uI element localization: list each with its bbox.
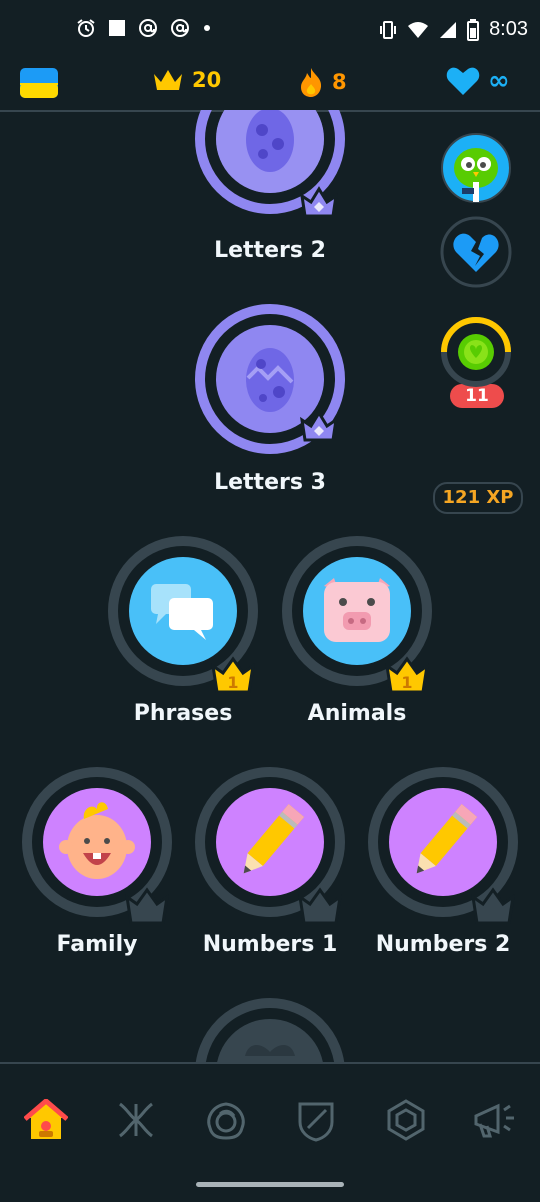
nav-leagues[interactable] — [292, 1096, 340, 1144]
heart-icon — [446, 67, 480, 95]
skill-locked[interactable] — [193, 996, 347, 1062]
broken-heart-icon — [440, 216, 512, 288]
status-bar-left-icons — [76, 18, 212, 38]
hearts-counter[interactable]: ∞ — [446, 66, 510, 96]
skill-numbers-2[interactable] — [366, 765, 520, 925]
nav-alphabets[interactable] — [112, 1096, 160, 1144]
gem-shop-icon — [387, 1099, 425, 1141]
skill-label: Numbers 2 — [375, 932, 511, 957]
skill-label: Animals — [307, 701, 407, 726]
skill-label: Letters 2 — [214, 238, 326, 263]
at-icon — [139, 19, 157, 37]
megaphone-icon — [474, 1103, 514, 1138]
profile-avatar-button[interactable] — [440, 132, 512, 208]
alarm-icon — [77, 19, 95, 37]
streak-count: 8 — [332, 70, 347, 94]
home-icon — [24, 1099, 68, 1139]
crown-empty-badge-icon — [124, 887, 170, 925]
leagues-shield-icon — [298, 1102, 334, 1142]
signal-icon — [440, 21, 457, 38]
nav-home[interactable] — [22, 1096, 70, 1144]
egg-icon — [246, 110, 294, 172]
course-tree[interactable]: Letters 2 Letters 3 1 Phrases 1 Animals … — [0, 110, 540, 1062]
status-time: 8:03 — [489, 18, 528, 40]
xp-goal-widget[interactable] — [440, 316, 512, 392]
egg-crown-badge-icon — [300, 186, 338, 218]
characters-icon — [207, 1102, 245, 1140]
alphabet-icon — [119, 1102, 153, 1138]
skill-label: Family — [56, 932, 138, 957]
nav-news[interactable] — [470, 1096, 518, 1144]
hearts-count: ∞ — [488, 66, 510, 96]
skill-family[interactable] — [20, 765, 174, 925]
egg-crown-badge-icon — [300, 410, 338, 442]
duo-avatar-icon — [441, 133, 511, 203]
home-gesture-bar[interactable] — [196, 1182, 344, 1187]
crown-empty-badge-icon — [297, 887, 343, 925]
nav-shop[interactable] — [382, 1096, 430, 1144]
language-flag-button[interactable] — [20, 68, 58, 98]
crown-level-badge-icon: 1 — [210, 656, 256, 694]
crown-icon — [154, 70, 182, 90]
dot-icon — [204, 25, 210, 31]
skill-animals[interactable]: 1 — [280, 534, 434, 694]
crown-level-badge-icon: 1 — [384, 656, 430, 694]
vibrate-icon — [380, 20, 397, 39]
egg-icon — [246, 348, 294, 412]
crown-level: 1 — [401, 673, 412, 692]
skill-letters-2[interactable] — [193, 110, 347, 218]
skill-label: Numbers 1 — [202, 932, 338, 957]
crown-level: 1 — [227, 673, 238, 692]
xp-count: 121 XP — [433, 482, 523, 514]
at-icon — [171, 19, 189, 37]
health-widget[interactable] — [440, 216, 512, 292]
status-bar: 8:03 — [0, 0, 540, 62]
skill-locked-circle — [195, 998, 345, 1062]
skill-numbers-1[interactable] — [193, 765, 347, 925]
square-icon — [109, 20, 125, 36]
pig-icon — [324, 578, 390, 642]
ukraine-flag-icon — [20, 68, 58, 98]
xp-ring-icon — [441, 317, 511, 387]
skill-phrases[interactable]: 1 — [106, 534, 260, 694]
streak-counter[interactable]: 8 — [298, 66, 347, 98]
skill-letters-3[interactable] — [193, 302, 347, 456]
wifi-icon — [408, 21, 429, 38]
skill-label: Phrases — [133, 701, 233, 726]
status-bar-right-icons: 8:03 — [379, 18, 528, 41]
skill-label: Letters 3 — [214, 470, 326, 495]
nav-characters[interactable] — [202, 1096, 250, 1144]
bottom-navigation — [0, 1062, 540, 1202]
crowns-count: 20 — [192, 68, 222, 92]
fire-icon — [301, 68, 322, 97]
top-bar: 20 8 ∞ — [0, 62, 540, 112]
crowns-counter[interactable]: 20 — [152, 66, 221, 94]
crown-empty-badge-icon — [470, 887, 516, 925]
battery-icon — [467, 18, 480, 41]
